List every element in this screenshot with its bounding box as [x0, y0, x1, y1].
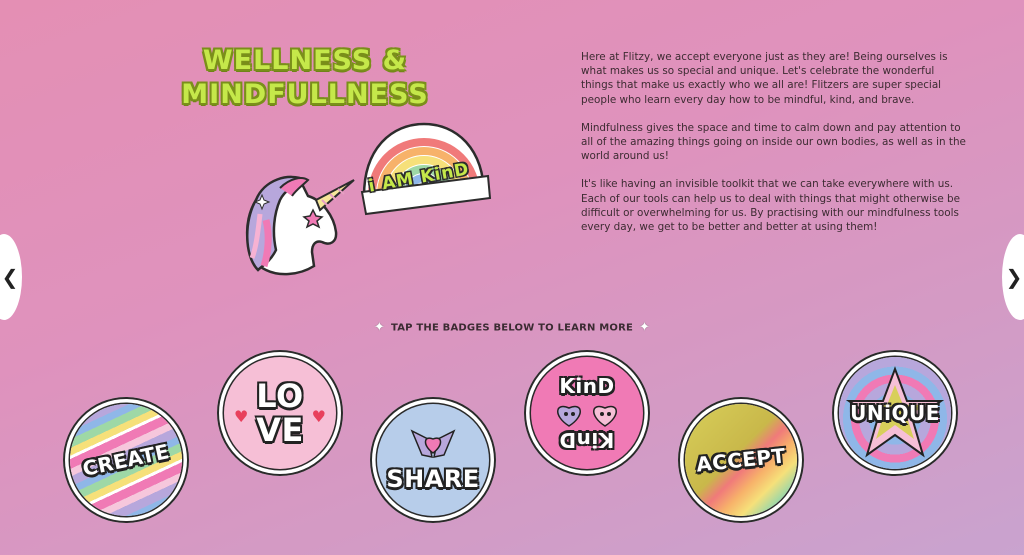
badge-label: LO — [256, 377, 304, 415]
badge-label: ACCEPT — [695, 443, 787, 477]
hearts-icon — [557, 405, 617, 427]
badge-label: KinD — [559, 428, 615, 452]
badge-love[interactable]: LO VE ♥ ♥ — [217, 350, 343, 476]
next-button[interactable]: ❯ — [1002, 234, 1024, 320]
page-title: WELLNESS & MINDFULLNESS — [180, 44, 430, 112]
badge-kind-art: KinD KinD — [531, 357, 643, 469]
badge-create-art: CREATE — [70, 404, 182, 516]
badge-unique-art: UNiQUE — [839, 357, 951, 469]
intro-copy: Here at Flitzy, we accept everyone just … — [581, 50, 966, 248]
title-line-1: WELLNESS & — [202, 45, 408, 76]
badge-kind[interactable]: KinD KinD — [524, 350, 650, 476]
tap-instruction-text: TAP THE BADGES BELOW TO LEARN MORE — [390, 322, 634, 334]
chevron-left-icon: ❮ — [1, 265, 19, 289]
prev-button[interactable]: ❮ — [0, 234, 22, 320]
badge-label: KinD — [559, 374, 615, 398]
chevron-right-icon: ❯ — [1005, 265, 1023, 289]
heart-icon: ♥ — [311, 407, 326, 426]
badge-create[interactable]: CREATE — [63, 397, 189, 523]
heart-icon: ♥ — [234, 407, 249, 426]
badge-share-art: SHARE — [377, 404, 489, 516]
paragraph-1: Here at Flitzy, we accept everyone just … — [581, 51, 948, 106]
badge-accept[interactable]: ACCEPT — [678, 397, 804, 523]
badge-love-art: LO VE ♥ ♥ — [224, 357, 336, 469]
paragraph-2: Mindfulness gives the space and time to … — [581, 121, 966, 163]
badge-label: UNiQUE — [850, 401, 940, 425]
badge-share[interactable]: SHARE — [370, 397, 496, 523]
paragraph-3: It's like having an invisible toolkit th… — [581, 178, 960, 234]
badge-label: VE — [256, 411, 304, 449]
hands-heart-icon — [410, 429, 456, 458]
unicorn-illustration — [245, 175, 355, 276]
sparkle-icon: ✦ — [373, 320, 385, 335]
badge-label: CREATE — [80, 439, 172, 481]
badge-unique[interactable]: UNiQUE — [832, 350, 958, 476]
tap-instruction: ✦ TAP THE BADGES BELOW TO LEARN MORE ✦ — [0, 320, 1024, 335]
sparkle-icon: ✦ — [639, 320, 651, 335]
title-line-2: MINDFULLNESS — [181, 79, 429, 110]
badge-label: SHARE — [386, 465, 480, 493]
badge-accept-art: ACCEPT — [685, 404, 797, 516]
